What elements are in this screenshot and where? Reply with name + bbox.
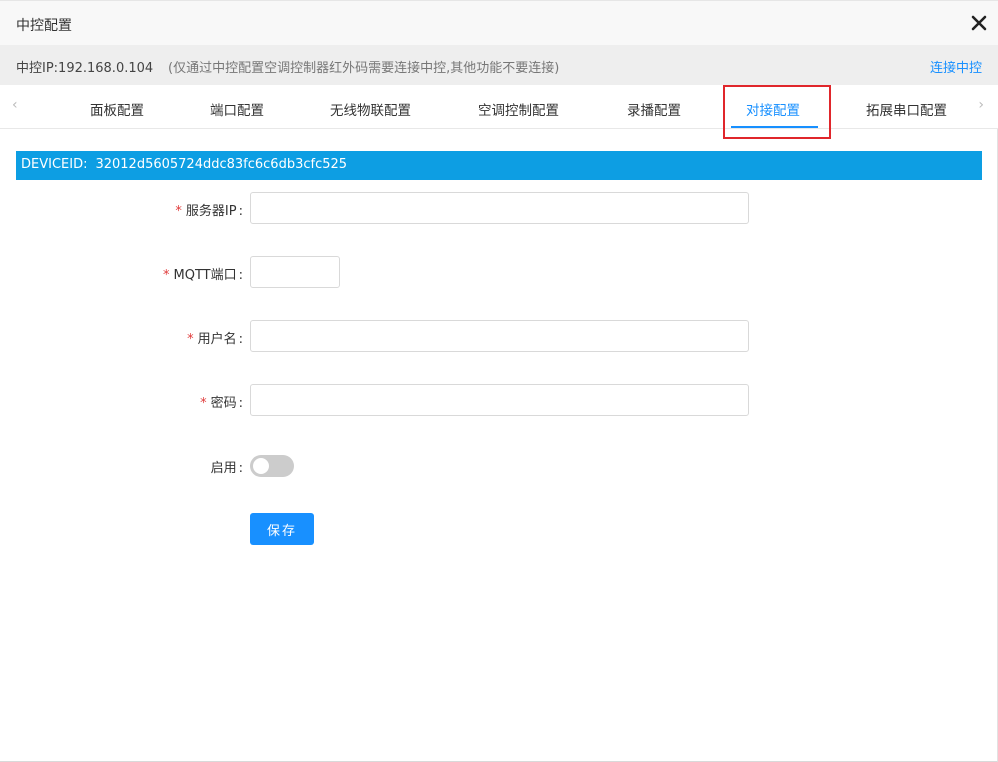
save-button[interactable]: 保存 <box>250 513 314 545</box>
username-row: * 用户名: <box>0 320 998 352</box>
server-ip-input[interactable] <box>250 192 749 224</box>
username-label: * 用户名: <box>187 332 243 347</box>
mqtt-port-input[interactable] <box>250 256 340 288</box>
close-icon[interactable] <box>970 14 988 32</box>
required-mark: * <box>187 332 194 347</box>
dialog-title-bar: 中控配置 <box>0 0 998 45</box>
required-mark: * <box>200 396 207 411</box>
device-id-value: 32012d5605724ddc83fc6c6db3cfc525 <box>95 157 348 172</box>
dialog-title: 中控配置 <box>16 18 72 34</box>
toggle-knob <box>253 458 269 474</box>
tab-serial-expansion-config[interactable]: 拓展串口配置 <box>866 99 947 119</box>
username-input[interactable] <box>250 320 749 352</box>
device-id-banner: DEVICEID: 32012d5605724ddc83fc6c6db3cfc52… <box>16 151 982 180</box>
enable-label: 启用: <box>210 461 243 476</box>
connection-note: (仅通过中控配置空调控制器红外码需要连接中控,其他功能不要连接) <box>168 61 560 76</box>
enable-toggle[interactable] <box>250 455 294 477</box>
server-ip-label: * 服务器IP: <box>175 204 243 219</box>
password-row: * 密码: <box>0 384 998 416</box>
tab-recording-config[interactable]: 录播配置 <box>627 99 681 119</box>
tab-port-config[interactable]: 端口配置 <box>210 99 264 119</box>
active-tab-underline <box>731 126 818 128</box>
server-ip-row: * 服务器IP: <box>0 192 998 224</box>
required-mark: * <box>163 268 170 283</box>
mqtt-port-label: * MQTT端口: <box>163 268 243 283</box>
enable-row: 启用: <box>0 449 998 481</box>
password-label: * 密码: <box>200 396 243 411</box>
device-id-label: DEVICEID: <box>21 157 88 172</box>
tab-integration-config[interactable]: 对接配置 <box>746 99 800 119</box>
connect-controller-link[interactable]: 连接中控 <box>930 57 982 76</box>
tab-bar: ‹ 面板配置 端口配置 无线物联配置 空调控制配置 录播配置 对接配置 拓展串口… <box>0 85 998 129</box>
tab-ac-control-config[interactable]: 空调控制配置 <box>478 99 559 119</box>
info-bar: 中控IP:192.168.0.104 (仅通过中控配置空调控制器红外码需要连接中… <box>0 45 998 85</box>
tab-panel-config[interactable]: 面板配置 <box>90 99 144 119</box>
mqtt-port-row: * MQTT端口: <box>0 256 998 288</box>
tab-prev-arrow-icon[interactable]: ‹ <box>12 97 18 113</box>
password-input[interactable] <box>250 384 749 416</box>
tab-wireless-iot-config[interactable]: 无线物联配置 <box>330 99 411 119</box>
config-dialog: 中控配置 中控IP:192.168.0.104 (仅通过中控配置空调控制器红外码… <box>0 0 998 762</box>
controller-ip: 中控IP:192.168.0.104 <box>16 61 154 76</box>
tab-next-arrow-icon[interactable]: › <box>978 97 984 113</box>
required-mark: * <box>175 204 182 219</box>
